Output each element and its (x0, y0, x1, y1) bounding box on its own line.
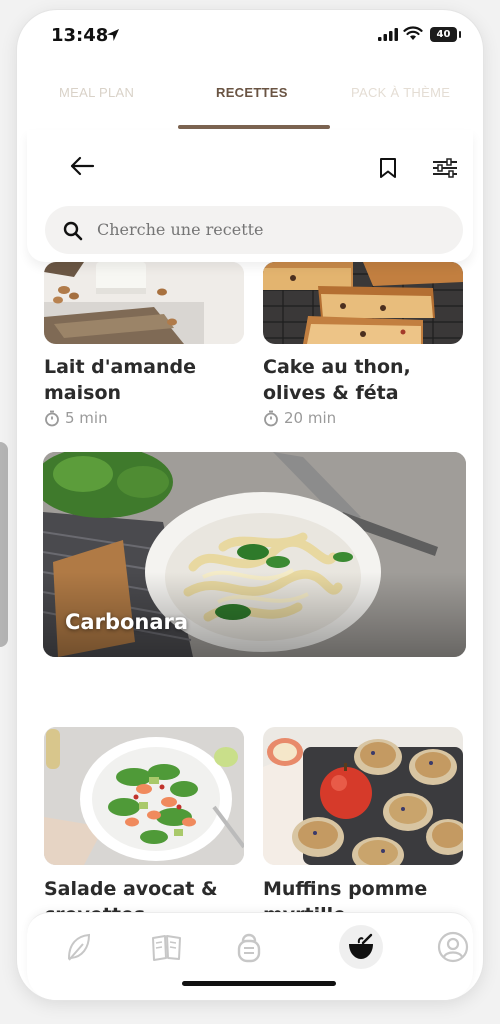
recipe-image-apple-muffins[interactable] (263, 727, 463, 865)
recipe-time-label: 5 min (65, 409, 108, 427)
battery-indicator: 40 (430, 27, 461, 42)
search-bar[interactable] (45, 206, 463, 254)
recipe-time-tuna-cake: 20 min (263, 409, 336, 427)
signal-icon (378, 28, 398, 41)
top-tabs: MEAL PLAN RECETTES PACK À THÈME (27, 62, 473, 131)
bowl-icon (349, 933, 373, 959)
phone-screen: 13:48 40 MEAL PLAN RECETTES PACK À THÈME (17, 10, 483, 1000)
recipe-title-carbonara: Carbonara (65, 610, 189, 634)
bookmark-icon[interactable] (379, 157, 397, 179)
recipe-title-line: Lait d'amande (44, 356, 197, 378)
timer-icon (45, 410, 59, 426)
recipe-title-tuna-cake[interactable]: Cake au thon, olives & féta (263, 354, 411, 406)
recipe-toolbar (27, 130, 473, 262)
kettlebell-icon (237, 933, 261, 963)
recipe-title-line: olives & féta (263, 382, 399, 404)
bottom-navigation (27, 912, 473, 1000)
profile-icon (437, 931, 469, 963)
recipe-time-label: 20 min (284, 409, 337, 427)
nav-profile[interactable] (431, 925, 475, 969)
wifi-icon (403, 26, 423, 40)
leaf-icon (67, 933, 91, 961)
recipe-title-line: Cake au thon, (263, 356, 411, 378)
recipe-image-almond-milk[interactable] (44, 262, 244, 344)
tab-meal-plan[interactable]: MEAL PLAN (59, 85, 134, 100)
tab-recettes[interactable]: RECETTES (216, 85, 288, 100)
nav-recipes[interactable] (339, 925, 383, 969)
search-input[interactable] (97, 206, 437, 254)
recipe-image-avocado-salad[interactable] (44, 727, 244, 865)
home-indicator[interactable] (182, 981, 336, 986)
recipe-title-line: Muffins pomme (263, 878, 428, 900)
recipe-card-carbonara[interactable]: Carbonara (43, 452, 466, 657)
recipe-title-line: maison (44, 382, 122, 404)
tab-pack-a-theme[interactable]: PACK À THÈME (351, 85, 450, 100)
status-bar: 13:48 40 (17, 10, 483, 62)
recipe-list[interactable]: Lait d'amande maison 5 min Cake au thon,… (17, 262, 483, 922)
nav-book[interactable] (145, 925, 189, 969)
recipe-title-line: Salade avocat & (44, 878, 218, 900)
location-arrow-icon (107, 29, 119, 41)
recipe-title-almond-milk[interactable]: Lait d'amande maison (44, 354, 196, 406)
status-time: 13:48 (51, 25, 109, 46)
adjacent-screen-edge (0, 442, 8, 647)
nav-leaf[interactable] (57, 925, 101, 969)
recipe-time-almond-milk: 5 min (44, 409, 108, 427)
recipe-image-tuna-cake[interactable] (263, 262, 463, 344)
filter-sliders-icon[interactable] (432, 158, 458, 178)
nav-workout[interactable] (227, 925, 271, 969)
search-icon (63, 221, 83, 241)
back-arrow-icon[interactable] (69, 156, 95, 176)
battery-level: 40 (436, 29, 451, 40)
timer-icon (264, 410, 278, 426)
active-tab-indicator (178, 125, 330, 129)
book-icon (152, 935, 181, 961)
